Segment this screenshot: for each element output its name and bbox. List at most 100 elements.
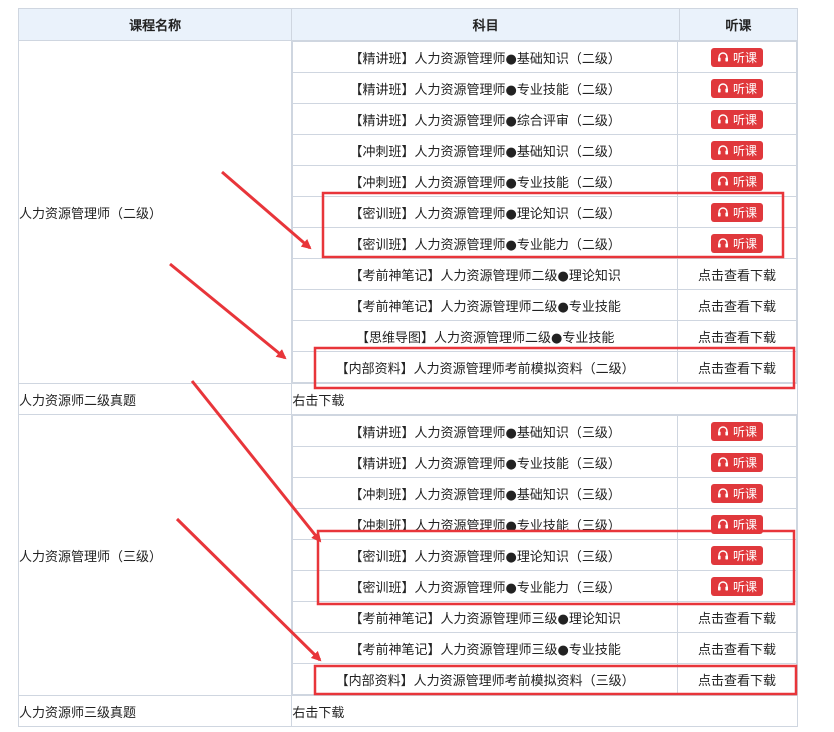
view-download-link[interactable]: 点击查看下载 — [698, 269, 776, 284]
exam-row: 人力资源师二级真题 右击下载 — [17, 383, 798, 415]
action-cell: 点击查看下载 — [677, 320, 797, 352]
listen-button[interactable]: 听课 — [711, 514, 763, 534]
view-download-link[interactable]: 点击查看下载 — [698, 362, 776, 377]
table-header-row: 课程名称 科目 听课 — [17, 8, 799, 41]
view-download-link[interactable]: 点击查看下载 — [698, 643, 776, 658]
subject-row: 【考前神笔记】人力资源管理师二级●理论知识 点击查看下载 — [292, 258, 797, 290]
header-course-name: 课程名称 — [17, 8, 293, 41]
header-listen: 听课 — [678, 8, 799, 41]
headphone-icon — [717, 518, 729, 530]
action-cell: 听课 — [677, 415, 797, 447]
action-cell: 听课 — [677, 72, 797, 104]
listen-button-label: 听课 — [732, 236, 757, 251]
listen-button-label: 听课 — [732, 424, 757, 439]
subject-row: 【内部资料】人力资源管理师考前模拟资料（二级） 点击查看下载 — [292, 351, 797, 383]
subject-row: 【密训班】人力资源管理师●理论知识（三级） 听课 — [292, 539, 797, 571]
course-table: 课程名称 科目 听课 人力资源管理师（二级） 【精讲班】人力资源管理师●基础知识（… — [17, 8, 799, 727]
subject-title: 【考前神笔记】人力资源管理师二级●专业技能 — [292, 289, 678, 321]
subject-row: 【精讲班】人力资源管理师●专业技能（三级） 听课 — [292, 446, 797, 478]
subject-title: 【冲刺班】人力资源管理师●专业技能（二级） — [292, 165, 678, 197]
headphone-icon — [717, 487, 729, 499]
listen-button[interactable]: 听课 — [711, 576, 763, 596]
headphone-icon — [717, 51, 729, 63]
subject-row: 【冲刺班】人力资源管理师●专业技能（二级） 听课 — [292, 165, 797, 197]
view-download-link[interactable]: 点击查看下载 — [698, 331, 776, 346]
view-download-link[interactable]: 点击查看下载 — [698, 300, 776, 315]
action-cell: 听课 — [677, 446, 797, 478]
listen-button[interactable]: 听课 — [711, 202, 763, 222]
subject-row: 【精讲班】人力资源管理师●专业技能（二级） 听课 — [292, 72, 797, 104]
course-group-row: 人力资源管理师（三级） 【精讲班】人力资源管理师●基础知识（三级） 听课 【精讲班】人… — [17, 414, 798, 696]
action-cell: 听课 — [677, 570, 797, 602]
subject-title: 【精讲班】人力资源管理师●基础知识（二级） — [292, 41, 678, 73]
action-cell: 听课 — [677, 134, 797, 166]
view-download-link[interactable]: 点击查看下载 — [698, 612, 776, 627]
subject-list: 【精讲班】人力资源管理师●基础知识（二级） 听课 【精讲班】人力资源管理师●专业技能… — [292, 41, 797, 383]
course-name-cell: 人力资源管理师（二级） — [17, 40, 293, 384]
listen-button-label: 听课 — [732, 50, 757, 65]
headphone-icon — [717, 549, 729, 561]
action-cell: 点击查看下载 — [677, 351, 797, 383]
action-cell: 点击查看下载 — [677, 663, 797, 695]
action-cell: 听课 — [677, 41, 797, 73]
action-cell: 点击查看下载 — [677, 289, 797, 321]
action-cell: 听课 — [677, 196, 797, 228]
listen-button[interactable]: 听课 — [711, 140, 763, 160]
subject-row: 【精讲班】人力资源管理师●综合评审（二级） 听课 — [292, 103, 797, 135]
listen-button[interactable]: 听课 — [711, 421, 763, 441]
listen-button-label: 听课 — [732, 579, 757, 594]
subject-row: 【考前神笔记】人力资源管理师三级●理论知识 点击查看下载 — [292, 601, 797, 633]
course-group-row: 人力资源管理师（二级） 【精讲班】人力资源管理师●基础知识（二级） 听课 【精讲班】人… — [17, 40, 798, 384]
action-cell: 听课 — [677, 227, 797, 259]
subject-title: 【密训班】人力资源管理师●理论知识（二级） — [292, 196, 678, 228]
subject-title: 【考前神笔记】人力资源管理师二级●理论知识 — [292, 258, 678, 290]
subject-row: 【冲刺班】人力资源管理师●基础知识（二级） 听课 — [292, 134, 797, 166]
subject-row: 【内部资料】人力资源管理师考前模拟资料（三级） 点击查看下载 — [292, 663, 797, 695]
subject-row: 【密训班】人力资源管理师●专业能力（三级） 听课 — [292, 570, 797, 602]
header-subject: 科目 — [291, 8, 680, 41]
listen-button[interactable]: 听课 — [711, 452, 763, 472]
action-cell: 听课 — [677, 508, 797, 540]
subject-title: 【冲刺班】人力资源管理师●基础知识（三级） — [292, 477, 678, 509]
subject-row: 【考前神笔记】人力资源管理师三级●专业技能 点击查看下载 — [292, 632, 797, 664]
exam-name-cell: 人力资源师二级真题 — [17, 383, 293, 415]
listen-button[interactable]: 听课 — [711, 483, 763, 503]
subject-title: 【密训班】人力资源管理师●理论知识（三级） — [292, 539, 678, 571]
subject-title: 【考前神笔记】人力资源管理师三级●专业技能 — [292, 632, 678, 664]
subject-title: 【密训班】人力资源管理师●专业能力（二级） — [292, 227, 678, 259]
subject-list: 【精讲班】人力资源管理师●基础知识（三级） 听课 【精讲班】人力资源管理师●专业技能… — [292, 415, 797, 695]
subject-list-cell: 【精讲班】人力资源管理师●基础知识（二级） 听课 【精讲班】人力资源管理师●专业技能… — [291, 40, 798, 384]
exam-download-cell: 右击下载 — [291, 383, 798, 415]
subject-title: 【密训班】人力资源管理师●专业能力（三级） — [292, 570, 678, 602]
subject-title: 【内部资料】人力资源管理师考前模拟资料（二级） — [292, 351, 678, 383]
headphone-icon — [717, 113, 729, 125]
subject-title: 【精讲班】人力资源管理师●基础知识（三级） — [292, 415, 678, 447]
headphone-icon — [717, 144, 729, 156]
exam-name-cell: 人力资源师三级真题 — [17, 695, 293, 727]
headphone-icon — [717, 456, 729, 468]
action-cell: 点击查看下载 — [677, 632, 797, 664]
listen-button[interactable]: 听课 — [711, 545, 763, 565]
right-click-download-link[interactable]: 右击下载 — [292, 706, 344, 721]
subject-title: 【精讲班】人力资源管理师●专业技能（二级） — [292, 72, 678, 104]
subject-row: 【精讲班】人力资源管理师●基础知识（三级） 听课 — [292, 415, 797, 447]
listen-button[interactable]: 听课 — [711, 78, 763, 98]
headphone-icon — [717, 175, 729, 187]
subject-title: 【冲刺班】人力资源管理师●基础知识（二级） — [292, 134, 678, 166]
listen-button[interactable]: 听课 — [711, 109, 763, 129]
course-name-cell: 人力资源管理师（三级） — [17, 414, 293, 696]
subject-title: 【精讲班】人力资源管理师●专业技能（三级） — [292, 446, 678, 478]
subject-row: 【思维导图】人力资源管理师二级●专业技能 点击查看下载 — [292, 320, 797, 352]
subject-title: 【考前神笔记】人力资源管理师三级●理论知识 — [292, 601, 678, 633]
listen-button[interactable]: 听课 — [711, 233, 763, 253]
subject-title: 【思维导图】人力资源管理师二级●专业技能 — [292, 320, 678, 352]
view-download-link[interactable]: 点击查看下载 — [698, 674, 776, 689]
listen-button[interactable]: 听课 — [711, 171, 763, 191]
action-cell: 听课 — [677, 539, 797, 571]
subject-row: 【密训班】人力资源管理师●专业能力（二级） 听课 — [292, 227, 797, 259]
listen-button[interactable]: 听课 — [711, 47, 763, 67]
listen-button-label: 听课 — [732, 112, 757, 127]
right-click-download-link[interactable]: 右击下载 — [292, 394, 344, 409]
listen-button-label: 听课 — [732, 517, 757, 532]
action-cell: 听课 — [677, 477, 797, 509]
